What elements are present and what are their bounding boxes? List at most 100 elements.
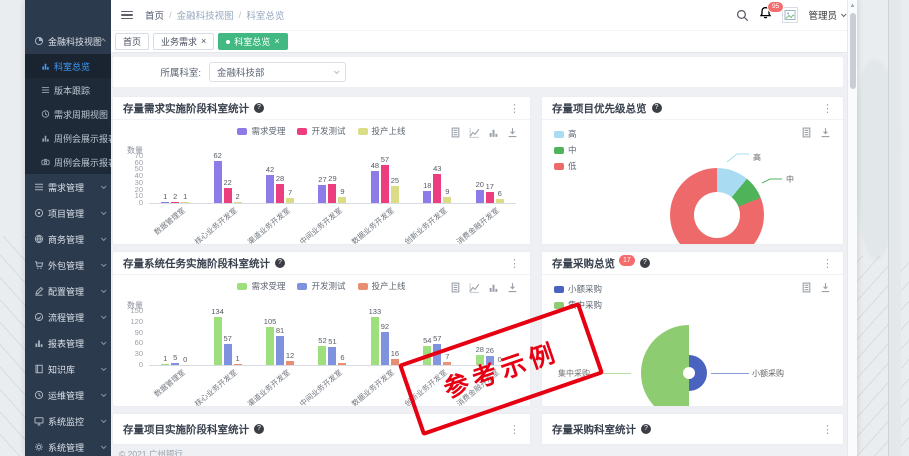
card-project-priority: 存量项目优先级总览 ? ⋮ 高中低	[542, 97, 843, 244]
help-icon[interactable]: ?	[275, 258, 285, 268]
y-axis-ticks: 0306090120150	[117, 312, 143, 366]
target-icon	[34, 208, 44, 218]
sidebar-item-label: 项目管理	[48, 207, 101, 220]
bar-chart-icon[interactable]	[488, 127, 499, 138]
legend-item[interactable]: 低	[554, 160, 577, 172]
bar	[433, 174, 441, 203]
legend-item[interactable]: 中	[554, 144, 577, 156]
close-icon[interactable]: ×	[274, 37, 279, 46]
avatar[interactable]	[782, 7, 798, 23]
more-icon[interactable]: ⋮	[509, 102, 520, 115]
sidebar-item-1[interactable]: 需求管理	[25, 174, 111, 200]
table-icon[interactable]	[801, 282, 812, 293]
top-navbar: 首页 / 金融科技视图 / 科室总览 95	[111, 0, 857, 30]
bar-value: 1	[163, 192, 167, 201]
category-label: 数据业务开发室	[350, 367, 397, 406]
more-icon[interactable]: ⋮	[509, 423, 520, 436]
user-menu[interactable]: 管理员	[808, 8, 845, 22]
bar	[391, 186, 399, 203]
tab-0[interactable]: 首页	[115, 33, 149, 50]
sidebar-item-8[interactable]: 知识库	[25, 356, 111, 382]
sidebar-item-5[interactable]: 配置管理	[25, 278, 111, 304]
department-select[interactable]: 金融科技部	[209, 62, 346, 82]
bell-icon[interactable]: 95	[759, 6, 772, 24]
bar	[318, 346, 326, 365]
legend-item[interactable]: 投产上线	[358, 280, 406, 292]
sidebar-item-0[interactable]: 金融科技视图	[25, 28, 111, 54]
help-icon[interactable]: ?	[641, 424, 651, 434]
background-divider	[888, 0, 889, 456]
breadcrumb-view[interactable]: 金融科技视图	[177, 8, 234, 22]
download-icon[interactable]	[820, 127, 831, 138]
more-icon[interactable]: ⋮	[822, 423, 833, 436]
vertical-scrollbar[interactable]: ▲	[847, 0, 857, 456]
hamburger-icon[interactable]	[121, 11, 133, 20]
download-icon[interactable]	[507, 127, 518, 138]
more-icon[interactable]: ⋮	[822, 102, 833, 115]
download-icon[interactable]	[507, 282, 518, 293]
legend-item[interactable]: 投产上线	[358, 125, 406, 137]
sidebar-subitem-0[interactable]: 科室总览	[25, 54, 111, 78]
help-icon[interactable]: ?	[254, 424, 264, 434]
legend-item[interactable]: 开发测试	[297, 280, 345, 292]
bar-value: 20	[476, 180, 484, 189]
tab-2[interactable]: 科室总览×	[218, 33, 287, 50]
table-icon[interactable]	[801, 127, 812, 138]
clock-icon	[34, 390, 44, 400]
legend-item[interactable]: 高	[554, 128, 577, 140]
bar-value: 1	[236, 354, 240, 363]
sidebar-item-3[interactable]: 商务管理	[25, 226, 111, 252]
scrollbar-thumb[interactable]	[850, 13, 856, 89]
more-icon[interactable]: ⋮	[509, 257, 520, 270]
scroll-up-arrow[interactable]: ▲	[848, 0, 857, 12]
bar	[286, 198, 294, 203]
help-icon[interactable]: ?	[640, 258, 650, 268]
bar	[476, 190, 484, 203]
bar-value: 22	[223, 178, 231, 187]
category-label: 数据业务开发室	[350, 205, 397, 244]
category-label: 数据管理室	[151, 205, 187, 238]
bar-chart-icon[interactable]	[488, 282, 499, 293]
bar-value: 9	[340, 187, 344, 196]
pie-chart-icon	[34, 36, 44, 46]
legend-item[interactable]: 需求受理	[237, 280, 285, 292]
sidebar-item-9[interactable]: 运维管理	[25, 382, 111, 408]
sidebar-item-label: 报表管理	[48, 337, 101, 350]
table-icon[interactable]	[450, 282, 461, 293]
table-icon[interactable]	[450, 127, 461, 138]
filter-bar: 所属科室: 金融科技部	[113, 57, 843, 87]
legend-item[interactable]: 开发测试	[297, 125, 345, 137]
line-chart-icon[interactable]	[469, 282, 480, 293]
sidebar-item-10[interactable]: 系统监控	[25, 408, 111, 434]
bar-group: 150数据管理室	[161, 312, 190, 365]
active-dot	[226, 40, 230, 44]
sidebar-subitem-1[interactable]: 版本跟踪	[25, 78, 111, 102]
bar-value: 7	[288, 188, 292, 197]
bar-group: 52516中间业务开发室	[318, 312, 347, 365]
rose-slice-centralized	[641, 325, 689, 406]
line-chart-icon[interactable]	[469, 127, 480, 138]
close-icon[interactable]: ×	[201, 37, 206, 46]
legend-item[interactable]: 需求受理	[237, 125, 285, 137]
sidebar-item-7[interactable]: 报表管理	[25, 330, 111, 356]
help-icon[interactable]: ?	[652, 103, 662, 113]
breadcrumb-home[interactable]: 首页	[145, 8, 164, 22]
sidebar-item-4[interactable]: 外包管理	[25, 252, 111, 278]
chevron-down-icon	[101, 417, 107, 423]
sidebar-item-2[interactable]: 项目管理	[25, 200, 111, 226]
sidebar-item-6[interactable]: 流程管理	[25, 304, 111, 330]
sidebar-subitem-4[interactable]: 周例会展示报表-采购	[25, 150, 111, 174]
more-icon[interactable]: ⋮	[822, 257, 833, 270]
download-icon[interactable]	[820, 282, 831, 293]
sidebar-subitem-3[interactable]: 周例会展示报表-项目	[25, 126, 111, 150]
tab-1[interactable]: 业务需求×	[153, 33, 214, 50]
sidebar-item-11[interactable]: 系统管理	[25, 434, 111, 456]
bar	[286, 361, 294, 365]
bar-value: 28	[276, 174, 284, 183]
card-header: 存量采购科室统计 ? ⋮	[542, 414, 843, 444]
sidebar-subitem-2[interactable]: 需求周期视图	[25, 102, 111, 126]
help-icon[interactable]: ?	[254, 103, 264, 113]
bar-group: 134571核心业务开发室	[213, 312, 242, 365]
search-icon[interactable]	[736, 9, 749, 22]
legend-item[interactable]: 小额采购	[554, 283, 602, 295]
